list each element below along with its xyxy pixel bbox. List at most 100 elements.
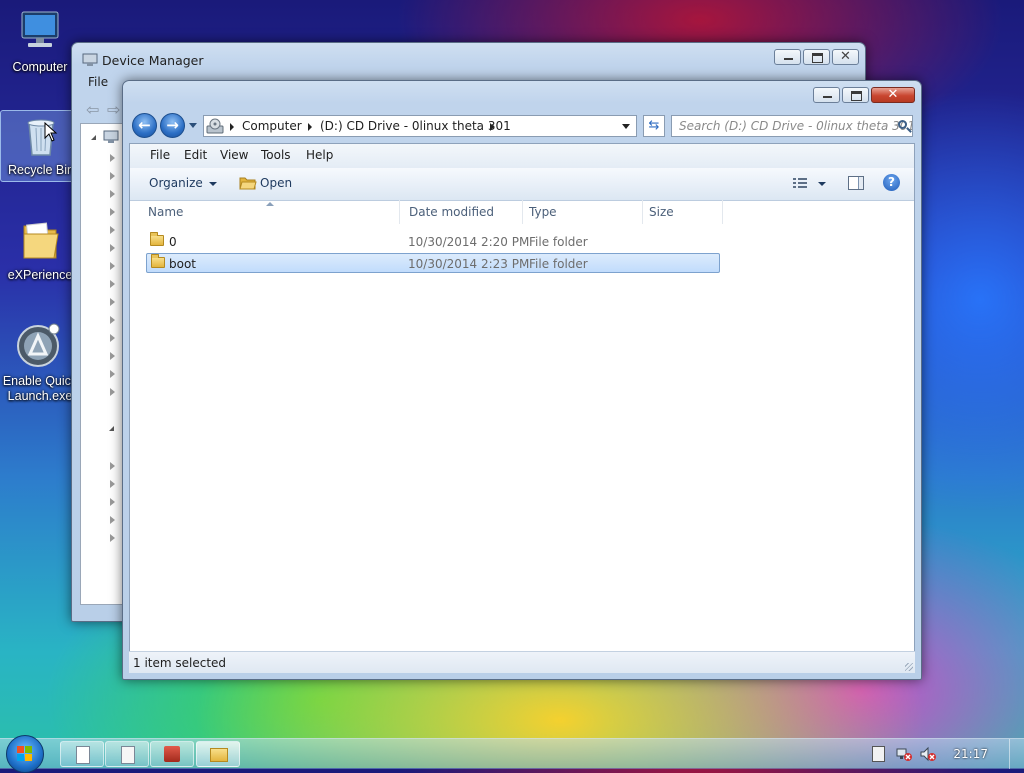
forward-arrow-icon[interactable]: ⇨ xyxy=(107,100,120,119)
expand-toggle-icon[interactable] xyxy=(110,280,115,288)
network-disconnected-icon[interactable] xyxy=(896,746,912,761)
search-icon[interactable] xyxy=(898,120,907,129)
close-button[interactable]: ✕ xyxy=(832,49,859,65)
forward-button[interactable]: → xyxy=(160,113,185,138)
address-bar[interactable]: Computer (D:) CD Drive - 0linux theta 30… xyxy=(203,115,637,137)
close-icon: ✕ xyxy=(887,87,899,102)
device-manager-toolbar: ⇦ ⇨ xyxy=(80,97,125,119)
menu-file[interactable]: File xyxy=(150,148,170,162)
windows-logo-icon xyxy=(17,746,33,762)
search-placeholder: Search (D:) CD Drive - 0linux theta 301 xyxy=(679,119,913,133)
expand-toggle-icon[interactable] xyxy=(110,316,115,324)
show-desktop-button[interactable] xyxy=(1009,739,1024,769)
expand-toggle-icon[interactable] xyxy=(110,154,115,162)
desktop-icon-experience[interactable]: eXPerience xyxy=(0,216,80,283)
file-type: File folder xyxy=(529,235,588,249)
expand-toggle-icon[interactable] xyxy=(110,226,115,234)
taskbar-button-document[interactable] xyxy=(60,741,104,767)
help-icon[interactable]: ? xyxy=(883,174,900,191)
expand-toggle-icon[interactable] xyxy=(110,516,115,524)
close-button[interactable]: ✕ xyxy=(871,87,915,103)
maximize-icon xyxy=(812,53,823,63)
toolbox-icon xyxy=(164,746,180,762)
device-manager-titlebar[interactable]: Device Manager ✕ xyxy=(72,43,865,71)
open-label: Open xyxy=(260,176,293,190)
chevron-down-icon[interactable] xyxy=(818,182,826,186)
folder-icon xyxy=(16,216,64,264)
resize-grip-icon[interactable] xyxy=(905,663,913,671)
expand-toggle-icon[interactable] xyxy=(110,534,115,542)
expand-toggle-icon[interactable] xyxy=(110,352,115,360)
device-tree[interactable] xyxy=(80,123,127,605)
menu-edit[interactable]: Edit xyxy=(184,148,207,162)
taskbar: 21:17 xyxy=(0,735,1024,773)
expand-toggle-icon[interactable] xyxy=(91,135,96,140)
open-button[interactable]: Open xyxy=(239,176,292,190)
file-row-selected[interactable]: boot 10/30/2014 2:23 PM File folder xyxy=(146,253,720,273)
breadcrumb-cd-drive[interactable]: (D:) CD Drive - 0linux theta 301 xyxy=(320,119,511,133)
expand-toggle-icon[interactable] xyxy=(109,426,114,431)
action-center-icon[interactable] xyxy=(872,746,885,762)
explorer-window[interactable]: ✕ ← → Computer (D:) CD Drive - 0linux th… xyxy=(122,80,922,680)
expand-toggle-icon[interactable] xyxy=(110,388,115,396)
expand-toggle-icon[interactable] xyxy=(110,190,115,198)
desktop-icon-label: eXPerience xyxy=(7,268,73,282)
taskbar-button-toolbox[interactable] xyxy=(150,741,194,767)
file-type: File folder xyxy=(529,257,588,271)
expand-toggle-icon[interactable] xyxy=(110,462,115,470)
column-header-name[interactable]: Name xyxy=(142,200,400,224)
expand-toggle-icon[interactable] xyxy=(110,498,115,506)
breadcrumb-computer[interactable]: Computer xyxy=(242,119,302,133)
view-options-icon[interactable] xyxy=(792,176,808,193)
recent-pages-dropdown-icon[interactable] xyxy=(189,123,197,128)
desktop-icon-recycle-bin[interactable]: Recycle Bin xyxy=(0,110,82,182)
file-date-modified: 10/30/2014 2:23 PM xyxy=(408,257,530,271)
menu-view[interactable]: View xyxy=(220,148,248,162)
desktop-icon-computer[interactable]: Computer xyxy=(0,8,80,75)
desktop-icon-enable-quick-launch[interactable]: Enable Quick Launch.exe xyxy=(0,322,80,404)
menu-help[interactable]: Help xyxy=(306,148,333,162)
expand-toggle-icon[interactable] xyxy=(110,298,115,306)
expand-toggle-icon[interactable] xyxy=(110,480,115,488)
file-row[interactable]: 0 10/30/2014 2:20 PM File folder xyxy=(146,232,720,252)
column-header-date-modified[interactable]: Date modified xyxy=(403,200,523,224)
minimize-button[interactable] xyxy=(813,87,840,103)
menu-file[interactable]: File xyxy=(80,73,116,91)
expand-toggle-icon[interactable] xyxy=(110,334,115,342)
organize-button[interactable]: Organize xyxy=(149,176,217,190)
close-icon: ✕ xyxy=(840,49,851,64)
expand-toggle-icon[interactable] xyxy=(110,172,115,180)
maximize-button[interactable] xyxy=(803,49,830,65)
taskbar-button-notepad[interactable] xyxy=(105,741,149,767)
file-date-modified: 10/30/2014 2:20 PM xyxy=(408,235,530,249)
minimize-button[interactable] xyxy=(774,49,801,65)
computer-icon xyxy=(16,8,64,56)
menubar: File Edit View Tools Help xyxy=(130,144,914,169)
preview-pane-icon[interactable] xyxy=(848,176,864,190)
refresh-button[interactable]: ⇆ xyxy=(643,115,665,137)
start-button[interactable] xyxy=(6,735,44,773)
chevron-down-icon xyxy=(208,181,217,186)
address-dropdown-icon[interactable] xyxy=(622,124,630,129)
back-button[interactable]: ← xyxy=(132,113,157,138)
column-header-type[interactable]: Type xyxy=(523,200,643,224)
back-arrow-icon[interactable]: ⇦ xyxy=(86,100,99,119)
expand-toggle-icon[interactable] xyxy=(110,370,115,378)
menu-tools[interactable]: Tools xyxy=(261,148,291,162)
explorer-titlebar[interactable]: ✕ xyxy=(123,81,921,109)
search-input[interactable]: Search (D:) CD Drive - 0linux theta 301 xyxy=(671,115,913,137)
forward-arrow-icon: → xyxy=(166,116,179,134)
expand-toggle-icon[interactable] xyxy=(110,208,115,216)
breadcrumb-separator-icon xyxy=(230,123,234,131)
breadcrumb-separator-icon xyxy=(490,123,494,131)
maximize-icon xyxy=(851,91,862,101)
expand-toggle-icon[interactable] xyxy=(110,262,115,270)
folder-icon xyxy=(151,254,165,268)
volume-muted-icon[interactable] xyxy=(920,746,936,762)
column-header-size[interactable]: Size xyxy=(643,200,723,224)
maximize-button[interactable] xyxy=(842,87,869,103)
expand-toggle-icon[interactable] xyxy=(110,244,115,252)
taskbar-button-explorer[interactable] xyxy=(196,741,240,767)
taskbar-clock[interactable]: 21:17 xyxy=(953,747,988,761)
device-manager-icon xyxy=(82,53,98,66)
